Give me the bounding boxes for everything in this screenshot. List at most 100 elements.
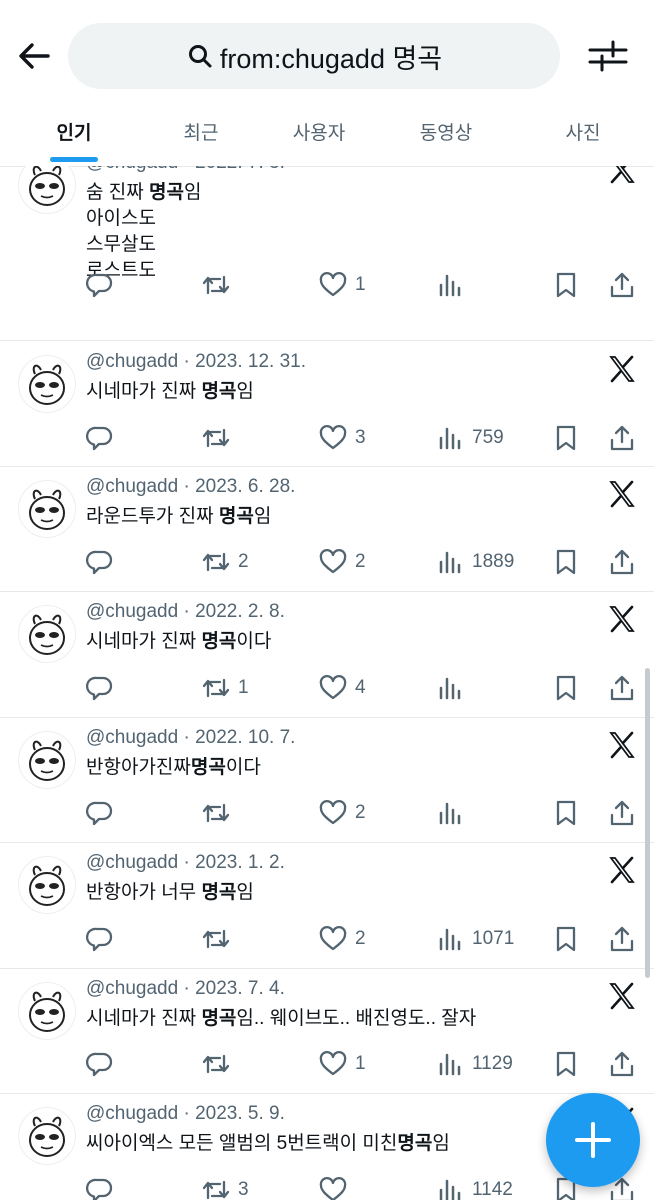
like-button[interactable]: 2 [319, 547, 366, 577]
tweet-meta[interactable]: @chugadd · 2022. 7. 3. [86, 166, 285, 174]
tab-popular[interactable]: 인기 [57, 118, 92, 145]
views-button[interactable] [436, 270, 472, 300]
share-button[interactable] [608, 924, 636, 954]
views-button[interactable]: 1889 [436, 547, 514, 577]
retweet-icon [202, 1180, 230, 1200]
retweet-button[interactable] [202, 423, 238, 453]
bookmark-button[interactable] [552, 423, 580, 453]
tweet-meta[interactable]: @chugadd · 2023. 7. 4. [86, 978, 285, 1000]
tab-latest[interactable]: 최근 [184, 118, 219, 145]
avatar[interactable] [18, 605, 76, 663]
views-count: 1889 [472, 551, 515, 572]
share-button[interactable] [608, 270, 636, 300]
scrollbar[interactable] [645, 668, 650, 978]
tweet[interactable]: @chugadd · 2022. 2. 8. 시네마가 진짜 명곡이다 1 4 [0, 591, 654, 718]
views-button[interactable]: 1129 [436, 1049, 513, 1079]
avatar[interactable] [18, 731, 76, 789]
retweet-button[interactable] [202, 924, 238, 954]
retweet-button[interactable]: 3 [202, 1175, 249, 1200]
reply-button[interactable] [86, 924, 114, 954]
tweet-text: 임 [253, 506, 272, 527]
tweet-meta[interactable]: @chugadd · 2023. 5. 9. [86, 1103, 285, 1125]
views-button[interactable]: 1142 [436, 1175, 513, 1200]
avatar[interactable] [18, 480, 76, 538]
tab-photos[interactable]: 사진 [566, 118, 601, 145]
share-button[interactable] [608, 547, 636, 577]
like-button[interactable] [319, 1175, 355, 1200]
retweet-button[interactable]: 1 [202, 673, 249, 703]
tweet-text: 씨아이엑스 모든 앨범의 5번트랙이 미친 [86, 1133, 398, 1154]
reply-icon [86, 801, 113, 826]
search-filter-icon[interactable] [586, 36, 630, 76]
tab-videos[interactable]: 동영상 [420, 118, 472, 145]
avatar[interactable] [18, 856, 76, 914]
bookmark-button[interactable] [552, 798, 580, 828]
avatar[interactable] [18, 1107, 76, 1165]
like-button[interactable]: 3 [319, 423, 366, 453]
avatar[interactable] [18, 982, 76, 1040]
tweet-meta[interactable]: @chugadd · 2022. 2. 8. [86, 601, 285, 623]
retweet-icon [202, 678, 230, 698]
tweet[interactable]: @chugadd · 2022. 7. 3. 숨 진짜 명곡임아이스도스무살도로스… [0, 166, 654, 341]
retweet-button[interactable] [202, 798, 238, 828]
tweet-body: 숨 진짜 명곡임 아이스도 스무살도 로스트도 [86, 180, 201, 284]
tweet-meta[interactable]: @chugadd · 2023. 6. 28. [86, 476, 295, 498]
share-button[interactable] [608, 798, 636, 828]
share-button[interactable] [608, 1049, 636, 1079]
views-button[interactable] [436, 673, 472, 703]
retweet-button[interactable] [202, 270, 238, 300]
views-button[interactable]: 1071 [436, 924, 514, 954]
avatar[interactable] [18, 166, 76, 214]
highlight-keyword: 명곡 [190, 757, 226, 778]
retweet-button[interactable] [202, 1049, 238, 1079]
x-logo-icon [609, 355, 635, 383]
reply-button[interactable] [86, 673, 114, 703]
like-icon [319, 675, 347, 700]
share-icon [610, 800, 634, 826]
active-tab-indicator [50, 157, 98, 162]
bookmark-button[interactable] [552, 673, 580, 703]
reply-button[interactable] [86, 423, 114, 453]
tweet-meta[interactable]: @chugadd · 2023. 1. 2. [86, 852, 285, 874]
back-arrow-icon[interactable] [14, 36, 54, 76]
tweet-meta[interactable]: @chugadd · 2023. 12. 31. [86, 351, 306, 373]
reply-button[interactable] [86, 798, 114, 828]
tweet[interactable]: @chugadd · 2023. 7. 4. 시네마가 진짜 명곡임.. 웨이브도… [0, 968, 654, 1094]
retweet-button[interactable]: 2 [202, 547, 249, 577]
tweet-line: 시네마가 진짜 명곡임.. 웨이브도.. 배진영도.. 잘자 [86, 1006, 476, 1032]
bookmark-button[interactable] [552, 924, 580, 954]
tweet-line: 반항아가진짜명곡이다 [86, 755, 261, 781]
tab-people[interactable]: 사용자 [293, 118, 345, 145]
reply-button[interactable] [86, 270, 114, 300]
bookmark-button[interactable] [552, 547, 580, 577]
like-button[interactable]: 2 [319, 924, 366, 954]
x-logo-icon [609, 982, 635, 1010]
views-button[interactable] [436, 798, 472, 828]
tweet[interactable]: @chugadd · 2022. 10. 7. 반항아가진짜명곡이다 2 [0, 717, 654, 843]
avatar[interactable] [18, 355, 76, 413]
like-button[interactable]: 1 [319, 270, 366, 300]
like-button[interactable]: 1 [319, 1049, 366, 1079]
like-button[interactable]: 2 [319, 798, 366, 828]
compose-button[interactable] [546, 1093, 640, 1187]
tweet-meta[interactable]: @chugadd · 2022. 10. 7. [86, 727, 295, 749]
views-icon [439, 551, 461, 574]
reply-button[interactable] [86, 547, 114, 577]
reply-button[interactable] [86, 1175, 114, 1200]
search-input[interactable]: from:chugadd 명곡 [68, 23, 560, 89]
tweet[interactable]: @chugadd · 2023. 6. 28. 라운드투가 진짜 명곡임 2 2 188… [0, 466, 654, 592]
views-icon [439, 677, 461, 700]
views-button[interactable]: 759 [436, 423, 504, 453]
share-button[interactable] [608, 673, 636, 703]
highlight-keyword: 명곡 [218, 506, 254, 527]
like-button[interactable]: 4 [319, 673, 366, 703]
share-button[interactable] [608, 423, 636, 453]
share-icon [610, 549, 634, 575]
reply-button[interactable] [86, 1049, 114, 1079]
tweet[interactable]: @chugadd · 2023. 12. 31. 시네마가 진짜 명곡임 3 759 [0, 341, 654, 467]
bookmark-button[interactable] [552, 1049, 580, 1079]
like-count: 3 [355, 427, 366, 448]
bookmark-button[interactable] [552, 270, 580, 300]
views-count: 1071 [472, 928, 515, 949]
tweet[interactable]: @chugadd · 2023. 1. 2. 반항아가 너무 명곡임 2 1071 [0, 842, 654, 969]
